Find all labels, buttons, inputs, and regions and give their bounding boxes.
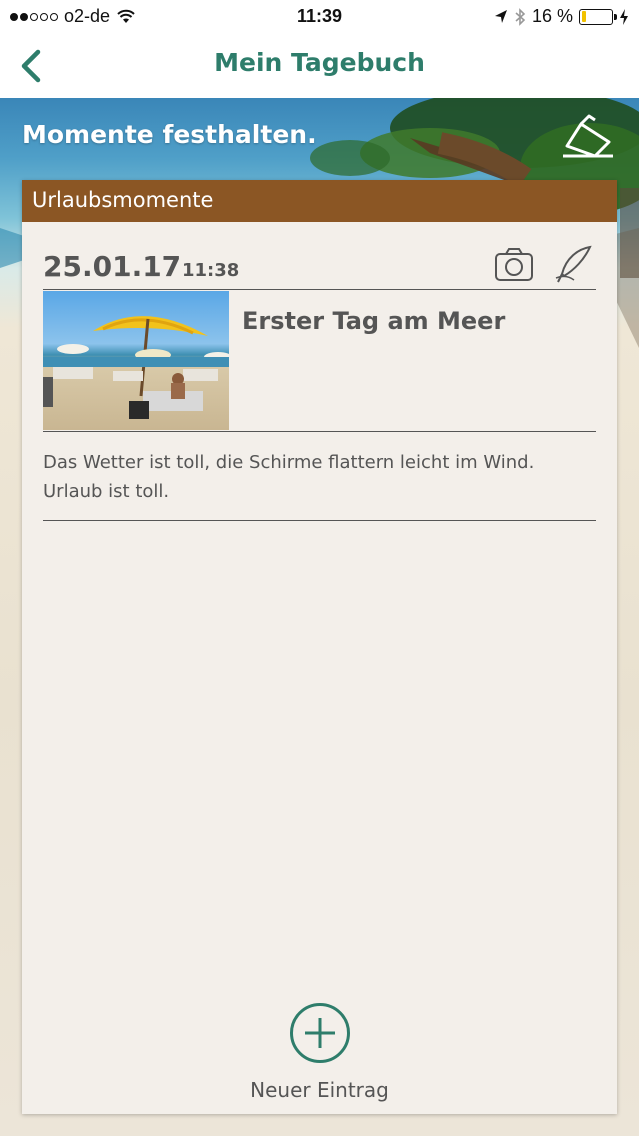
diary-section-header: Urlaubsmomente [22,180,617,222]
entry-time: 11:38 [182,260,240,281]
entry-text[interactable]: Das Wetter ist toll, die Schirme flatter… [43,448,596,521]
entry-date: 25.01.17 [43,250,182,283]
battery-level [581,11,587,22]
status-bar: o2-de 11:39 16 % [0,0,639,34]
entry-header[interactable]: 25.01.17 11:38 [43,245,596,290]
navigation-bar: Mein Tagebuch [0,34,639,98]
quill-icon[interactable] [554,244,594,284]
entry-summary[interactable]: Erster Tag am Meer [43,291,596,432]
camera-icon[interactable] [494,246,534,282]
entry-title: Erster Tag am Meer [242,307,506,335]
status-right: 16 % [494,6,629,27]
charging-bolt-icon [620,8,628,25]
diary-card: Urlaubsmomente 25.01.17 11:38 Erster Tag… [22,180,617,1114]
entry-text-line-2: Urlaub ist toll. [43,481,170,502]
battery-icon [579,8,617,25]
beach-photo-illustration [43,316,229,419]
battery-percentage: 16 % [531,6,573,26]
plus-circle-icon[interactable] [289,1002,351,1064]
page-title: Mein Tagebuch [214,48,425,77]
new-entry-label[interactable]: Neuer Eintrag [22,1078,617,1102]
edit-note-icon[interactable] [559,112,617,164]
bluetooth-icon [515,7,526,26]
hero-title: Momente festhalten. [22,120,317,149]
entry-text-line-1: Das Wetter ist toll, die Schirme flatter… [43,452,535,473]
location-arrow-icon [494,9,507,23]
entry-photo[interactable] [43,291,229,430]
